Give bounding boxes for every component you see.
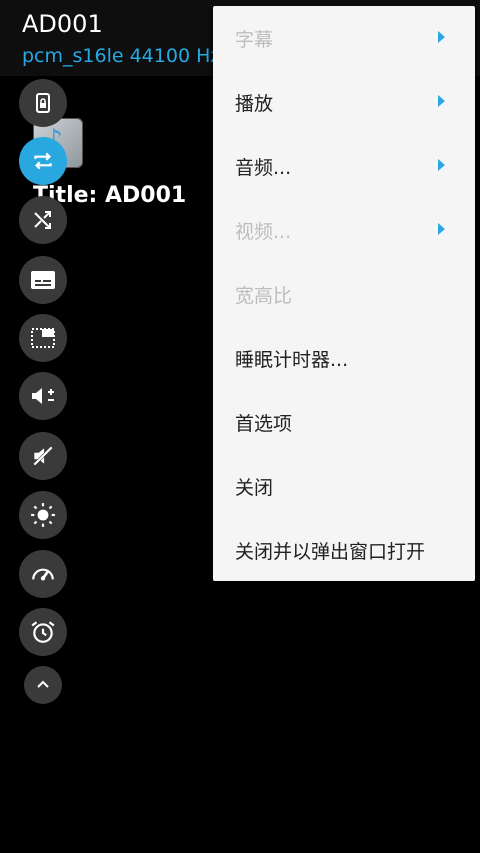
menu-item-video[interactable]: 视频... bbox=[213, 198, 475, 262]
subtitles-button[interactable] bbox=[19, 256, 67, 304]
speed-icon bbox=[30, 561, 56, 587]
menu-item-aspect-ratio[interactable]: 宽高比 bbox=[213, 262, 475, 326]
repeat-button[interactable] bbox=[19, 137, 67, 185]
menu-item-label: 宽高比 bbox=[235, 285, 293, 307]
repeat-icon bbox=[30, 148, 56, 174]
menu-item-label: 播放 bbox=[235, 93, 274, 115]
volume-adjust-icon bbox=[29, 384, 57, 408]
menu-item-label: 音频... bbox=[235, 157, 292, 179]
menu-item-label: 关闭并以弹出窗口打开 bbox=[235, 541, 426, 563]
collapse-controls-button[interactable] bbox=[24, 666, 62, 704]
playback-speed-button[interactable] bbox=[19, 550, 67, 598]
menu-item-label: 字幕 bbox=[235, 29, 274, 51]
overflow-menu: 字幕 播放 音频... 视频... 宽高比 睡眠计时器... 首选项 关闭 关闭… bbox=[213, 6, 475, 581]
menu-item-sleep-timer[interactable]: 睡眠计时器... bbox=[213, 326, 475, 390]
shuffle-button[interactable] bbox=[19, 196, 67, 244]
shuffle-icon bbox=[31, 208, 55, 232]
volume-adjust-button[interactable] bbox=[19, 372, 67, 420]
menu-item-label: 视频... bbox=[235, 221, 292, 243]
lock-button[interactable] bbox=[19, 79, 67, 127]
aspect-ratio-icon bbox=[30, 327, 56, 349]
lock-icon bbox=[31, 91, 55, 115]
menu-item-label: 睡眠计时器... bbox=[235, 349, 349, 371]
brightness-button[interactable] bbox=[19, 491, 67, 539]
submenu-arrow-icon bbox=[438, 95, 445, 107]
menu-item-label: 关闭 bbox=[235, 477, 274, 499]
brightness-icon bbox=[30, 502, 56, 528]
submenu-arrow-icon bbox=[438, 223, 445, 235]
menu-item-close[interactable]: 关闭 bbox=[213, 454, 475, 518]
alarm-icon bbox=[30, 619, 56, 645]
subtitles-icon bbox=[30, 269, 56, 291]
sleep-timer-button[interactable] bbox=[19, 608, 67, 656]
menu-item-close-open-popup[interactable]: 关闭并以弹出窗口打开 bbox=[213, 518, 475, 582]
media-title: AD001 bbox=[22, 10, 103, 38]
mute-button[interactable] bbox=[19, 432, 67, 480]
aspect-ratio-button[interactable] bbox=[19, 314, 67, 362]
menu-item-playback[interactable]: 播放 bbox=[213, 70, 475, 134]
submenu-arrow-icon bbox=[438, 31, 445, 43]
mute-icon bbox=[30, 443, 56, 469]
menu-item-subtitles[interactable]: 字幕 bbox=[213, 6, 475, 70]
chevron-up-icon bbox=[34, 676, 52, 694]
menu-item-label: 首选项 bbox=[235, 413, 293, 435]
media-codec-info: pcm_s16le 44100 Hz bbox=[22, 45, 221, 67]
menu-item-preferences[interactable]: 首选项 bbox=[213, 390, 475, 454]
submenu-arrow-icon bbox=[438, 159, 445, 171]
menu-item-audio[interactable]: 音频... bbox=[213, 134, 475, 198]
